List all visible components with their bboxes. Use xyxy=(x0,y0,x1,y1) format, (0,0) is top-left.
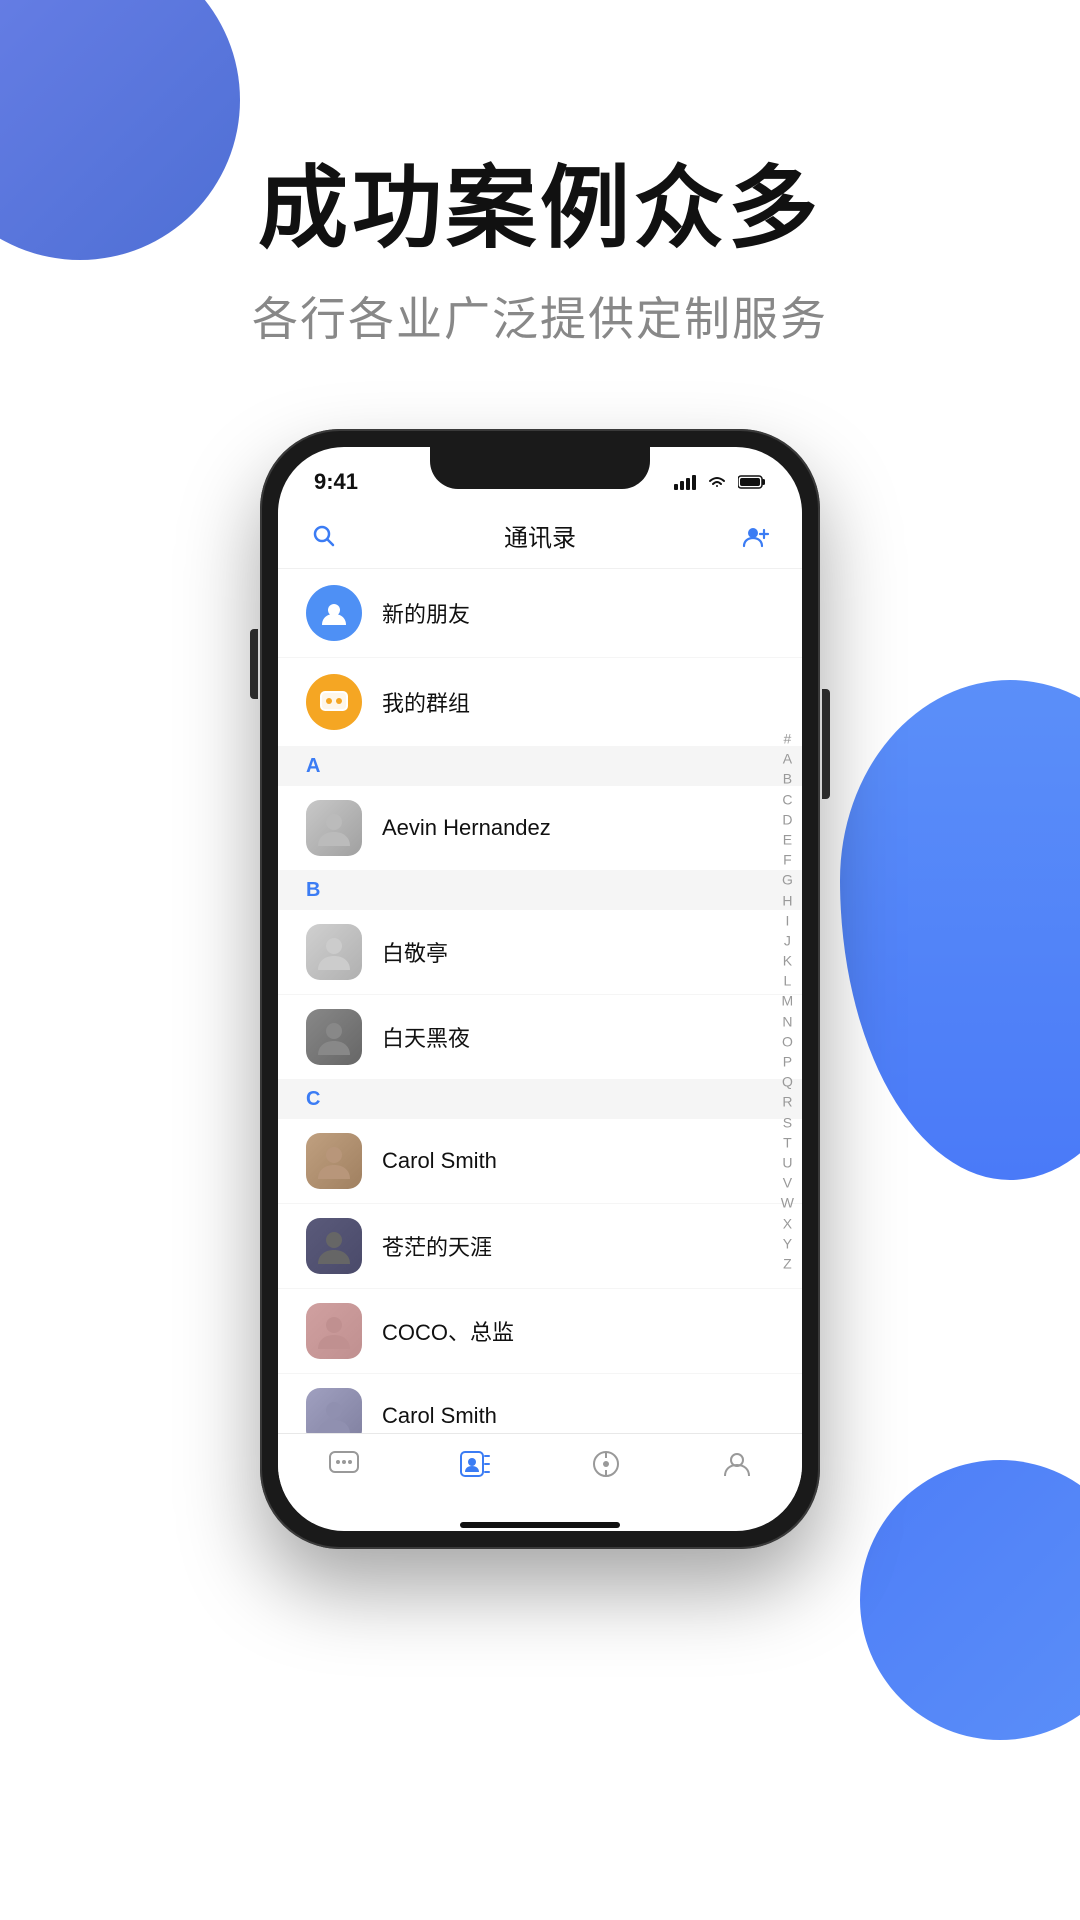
alphabet-index[interactable]: # A B C D E F G H I J K L M N xyxy=(781,729,794,1272)
contact-avatar-aevin xyxy=(306,800,362,856)
phone-notch xyxy=(430,447,650,489)
contact-item-coco[interactable]: COCO、总监 xyxy=(278,1289,802,1374)
section-header-b: B xyxy=(278,871,802,910)
status-time: 9:41 xyxy=(314,469,358,495)
contact-name-coco: COCO、总监 xyxy=(382,1315,514,1347)
contact-avatar-cangmao xyxy=(306,1218,362,1274)
contact-item-aevin[interactable]: Aevin Hernandez xyxy=(278,786,802,871)
my-groups-avatar xyxy=(306,674,362,730)
tab-chat[interactable] xyxy=(304,1446,384,1482)
add-contact-icon[interactable] xyxy=(738,518,774,554)
wifi-icon xyxy=(706,474,728,490)
tab-discover[interactable] xyxy=(566,1446,646,1482)
contact-name-carolsmith1: Carol Smith xyxy=(382,1148,497,1174)
tab-contacts[interactable] xyxy=(435,1446,515,1482)
contact-avatar-carolsmith1 xyxy=(306,1133,362,1189)
phone-frame: 9:41 xyxy=(260,429,820,1549)
phone-wrapper: 9:41 xyxy=(0,429,1080,1549)
new-friends-label: 新的朋友 xyxy=(382,597,470,629)
signal-icon xyxy=(674,474,696,490)
contacts-tab-icon xyxy=(457,1446,493,1482)
contact-name-baijing: 白敬亭 xyxy=(382,936,448,968)
contact-avatar-baitianheiye xyxy=(306,1009,362,1065)
tab-profile[interactable] xyxy=(697,1446,777,1482)
contact-name-baitianheiye: 白天黑夜 xyxy=(382,1021,470,1053)
home-bar xyxy=(460,1522,620,1528)
discover-tab-icon xyxy=(588,1446,624,1482)
my-groups-label: 我的群组 xyxy=(382,686,470,718)
chat-tab-icon xyxy=(326,1446,362,1482)
contact-avatar-baijing xyxy=(306,924,362,980)
contact-name-cangmao: 苍茫的天涯 xyxy=(382,1230,492,1262)
contact-name-aevin: Aevin Hernandez xyxy=(382,815,551,841)
tab-bar xyxy=(278,1433,802,1523)
page-title: 成功案例众多 xyxy=(0,160,1080,259)
header-section: 成功案例众多 各行各业广泛提供定制服务 xyxy=(0,0,1080,349)
search-icon[interactable] xyxy=(306,518,342,554)
new-friends-avatar xyxy=(306,585,362,641)
nav-bar: 通讯录 xyxy=(278,503,802,569)
section-header-c: C xyxy=(278,1080,802,1119)
profile-tab-icon xyxy=(719,1446,755,1482)
special-item-my-groups[interactable]: 我的群组 xyxy=(278,658,802,747)
phone-screen: 9:41 xyxy=(278,447,802,1531)
contact-avatar-coco xyxy=(306,1303,362,1359)
contact-item-baitianheiye[interactable]: 白天黑夜 xyxy=(278,995,802,1080)
contact-avatar-carolsmith2 xyxy=(306,1388,362,1433)
home-indicator xyxy=(278,1523,802,1531)
battery-icon xyxy=(738,474,766,490)
status-icons xyxy=(674,474,766,490)
page-subtitle: 各行各业广泛提供定制服务 xyxy=(0,283,1080,349)
nav-title: 通讯录 xyxy=(504,518,576,553)
contact-item-carolsmith1[interactable]: Carol Smith xyxy=(278,1119,802,1204)
contact-item-carolsmith2[interactable]: Carol Smith xyxy=(278,1374,802,1433)
contact-item-cangmao[interactable]: 苍茫的天涯 xyxy=(278,1204,802,1289)
contact-item-baijing[interactable]: 白敬亭 xyxy=(278,910,802,995)
contact-name-carolsmith2: Carol Smith xyxy=(382,1403,497,1429)
contact-list-container: 新的朋友 我的群组 xyxy=(278,569,802,1433)
section-header-a: A xyxy=(278,747,802,786)
special-item-new-friends[interactable]: 新的朋友 xyxy=(278,569,802,658)
